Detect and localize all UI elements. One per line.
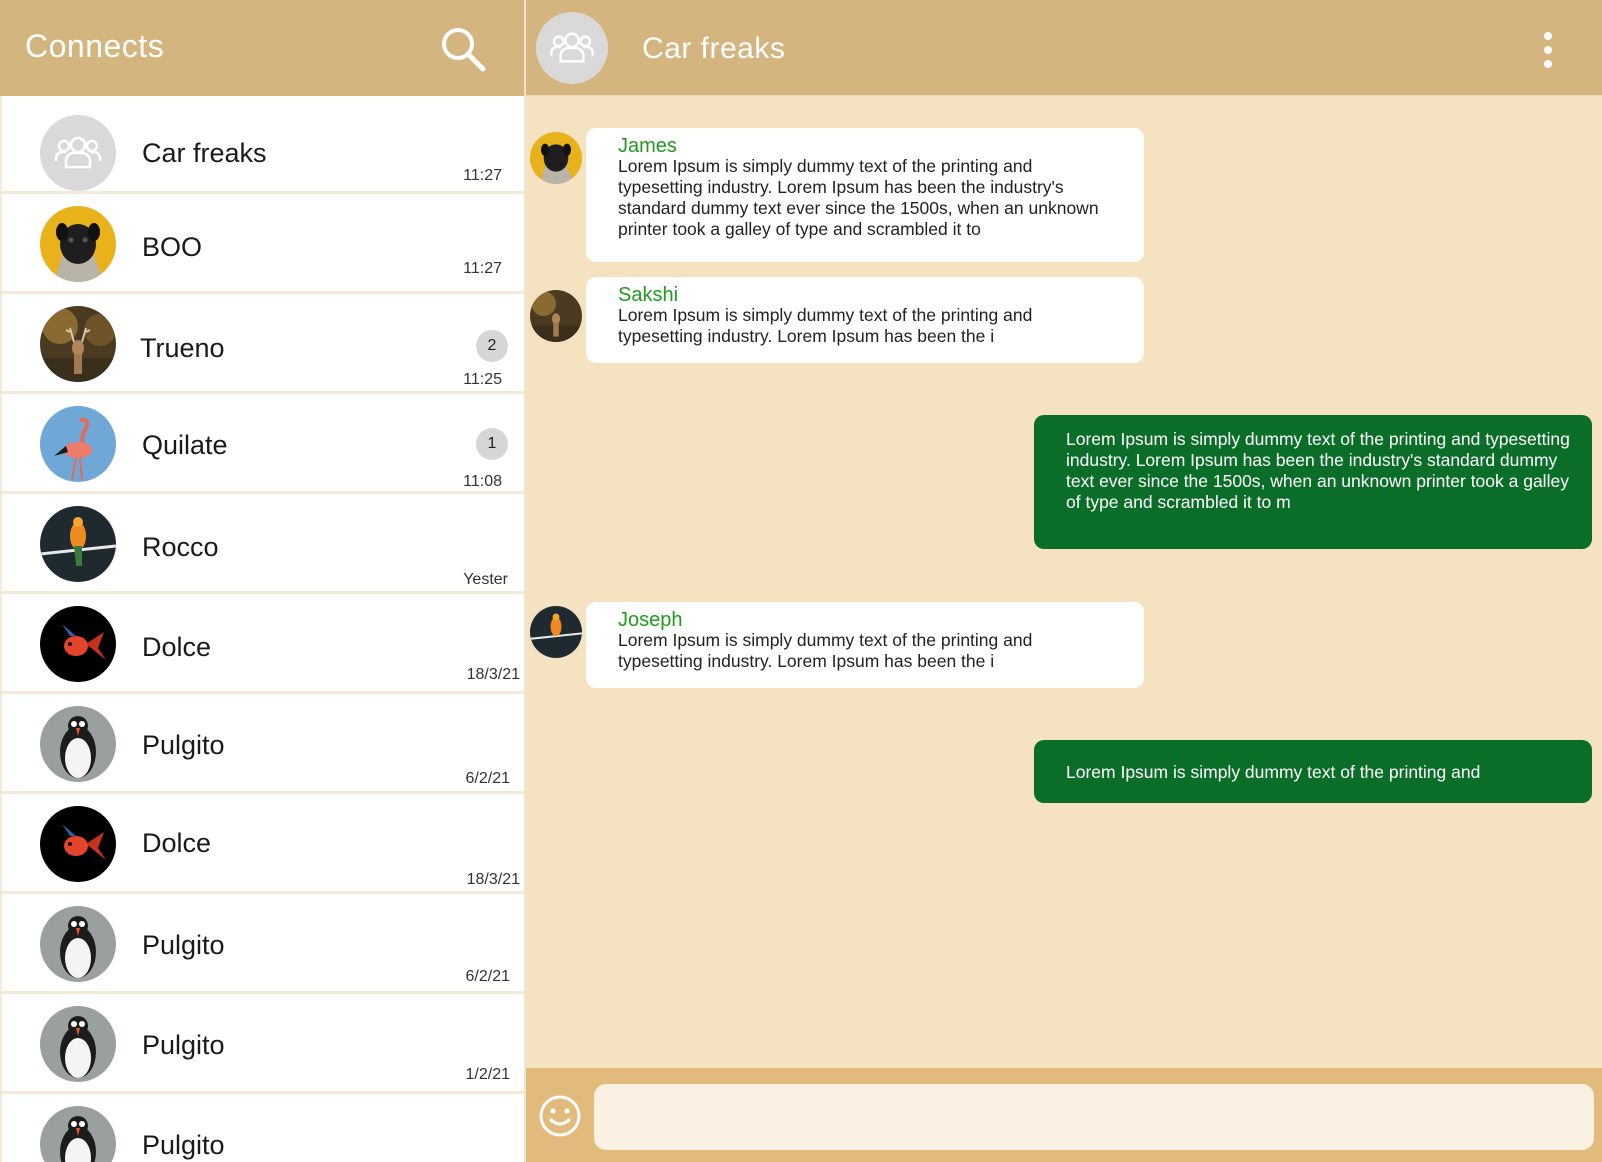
sender-name: James <box>618 135 677 157</box>
message-text: Lorem Ipsum is simply dummy text of the … <box>618 305 1033 346</box>
parrot-photo <box>530 606 582 658</box>
group-icon <box>54 136 102 169</box>
chat-item-car-freaks[interactable]: Car freaks 11:27 <box>2 96 524 194</box>
deer-photo <box>40 306 116 382</box>
chat-item-pulgito[interactable]: Pulgito <box>2 1094 524 1162</box>
avatar <box>40 806 116 882</box>
chat-list-header: Connects <box>0 0 524 96</box>
chat-name: Pulgito <box>142 1030 225 1060</box>
chat-item-pulgito[interactable]: Pulgito 6/2/21 <box>2 894 524 994</box>
chat-name: Rocco <box>142 532 219 562</box>
puffin-photo <box>40 1006 116 1082</box>
chat-name: Pulgito <box>142 930 225 960</box>
avatar <box>40 306 116 382</box>
avatar <box>40 506 116 582</box>
avatar <box>40 406 116 482</box>
puffin-photo <box>40 906 116 982</box>
goldfish-photo <box>40 806 116 882</box>
chat-name: Dolce <box>142 632 212 662</box>
sender-name: Sakshi <box>618 284 679 306</box>
flamingo-photo <box>40 406 116 482</box>
message-bubble-incoming[interactable]: Joseph Lorem Ipsum is simply dummy text … <box>586 602 1144 688</box>
chat-item-dolce[interactable]: Dolce 18/3/21 <box>2 794 524 894</box>
chat-time: 6/2/21 <box>465 770 510 787</box>
chat-name: Pulgito <box>142 730 225 760</box>
avatar <box>40 1006 116 1082</box>
emoji-smile-icon <box>539 1095 581 1137</box>
pug-dog-photo <box>530 132 582 184</box>
deer-photo <box>530 290 582 342</box>
chat-list: Car freaks 11:27 BOO 11:27 Trueno 2 11:2… <box>0 96 524 1162</box>
puffin-photo <box>40 706 116 782</box>
group-icon <box>549 32 595 63</box>
chat-item-pulgito[interactable]: Pulgito 6/2/21 <box>2 694 524 794</box>
group-avatar <box>40 115 116 191</box>
chat-time: 1/2/21 <box>465 1066 510 1083</box>
goldfish-photo <box>40 606 116 682</box>
message-text: Lorem Ipsum is simply dummy text of the … <box>618 630 1033 671</box>
chat-time: 11:08 <box>463 473 502 490</box>
chat-item-quilate[interactable]: Quilate 1 11:08 <box>2 394 524 494</box>
avatar <box>40 906 116 982</box>
chat-item-boo[interactable]: BOO 11:27 <box>2 194 524 294</box>
chat-time: 18/3/21 <box>466 666 520 683</box>
avatar <box>40 606 116 682</box>
message-input[interactable] <box>594 1084 1594 1150</box>
chat-item-trueno[interactable]: Trueno 2 11:25 <box>2 294 524 394</box>
message-bubble-outgoing[interactable]: Lorem Ipsum is simply dummy text of the … <box>1034 415 1592 549</box>
chat-list-pane: Connects Car freaks 11:27 BOO 11:27 True… <box>0 0 524 1162</box>
message-bubble-incoming[interactable]: James Lorem Ipsum is simply dummy text o… <box>586 128 1144 262</box>
message-text: Lorem Ipsum is simply dummy text of the … <box>618 156 1099 239</box>
group-avatar[interactable] <box>536 12 608 84</box>
chat-time: 11:27 <box>463 260 502 277</box>
message-text: Lorem Ipsum is simply dummy text of the … <box>1066 429 1570 512</box>
conversation-header: Car freaks <box>526 0 1602 96</box>
message-composer <box>526 1068 1602 1162</box>
avatar <box>40 706 116 782</box>
avatar <box>530 606 582 658</box>
chat-name: Pulgito <box>142 1130 225 1160</box>
search-icon <box>442 28 486 72</box>
message-bubble-outgoing[interactable]: Lorem Ipsum is simply dummy text of the … <box>1034 740 1592 803</box>
chat-name: Trueno <box>140 333 225 363</box>
sender-name: Joseph <box>618 609 683 631</box>
chat-time: 11:27 <box>463 167 502 184</box>
puffin-photo <box>40 1106 116 1162</box>
chat-time: 6/2/21 <box>465 968 510 985</box>
message-bubble-incoming[interactable]: Sakshi Lorem Ipsum is simply dummy text … <box>586 277 1144 363</box>
more-options-button[interactable] <box>1536 28 1560 72</box>
search-button[interactable] <box>438 24 490 76</box>
emoji-button[interactable] <box>538 1094 582 1138</box>
chat-name: BOO <box>142 232 203 262</box>
message-text: Lorem Ipsum is simply dummy text of the … <box>1066 762 1481 782</box>
chat-time: 18/3/21 <box>466 871 520 888</box>
pug-dog-photo <box>40 206 116 282</box>
chat-name: Dolce <box>142 828 212 858</box>
chat-item-rocco[interactable]: Rocco Yester <box>2 494 524 594</box>
chat-name: Quilate <box>142 430 228 460</box>
avatar <box>530 132 582 184</box>
app-title: Connects <box>25 28 165 64</box>
avatar <box>530 290 582 342</box>
avatar <box>40 1106 116 1162</box>
parrot-photo <box>40 506 116 582</box>
conversation-pane: Car freaks James Lorem Ipsum is simply d… <box>526 0 1602 1162</box>
unread-badge: 2 <box>476 330 508 362</box>
chat-time: Yester <box>463 571 508 588</box>
unread-badge: 1 <box>476 428 508 460</box>
conversation-title: Car freaks <box>642 32 786 65</box>
avatar <box>40 206 116 282</box>
chat-item-pulgito[interactable]: Pulgito 1/2/21 <box>2 994 524 1094</box>
chat-item-dolce[interactable]: Dolce 18/3/21 <box>2 594 524 694</box>
chat-time: 11:25 <box>463 371 502 388</box>
chat-name: Car freaks <box>142 138 267 168</box>
